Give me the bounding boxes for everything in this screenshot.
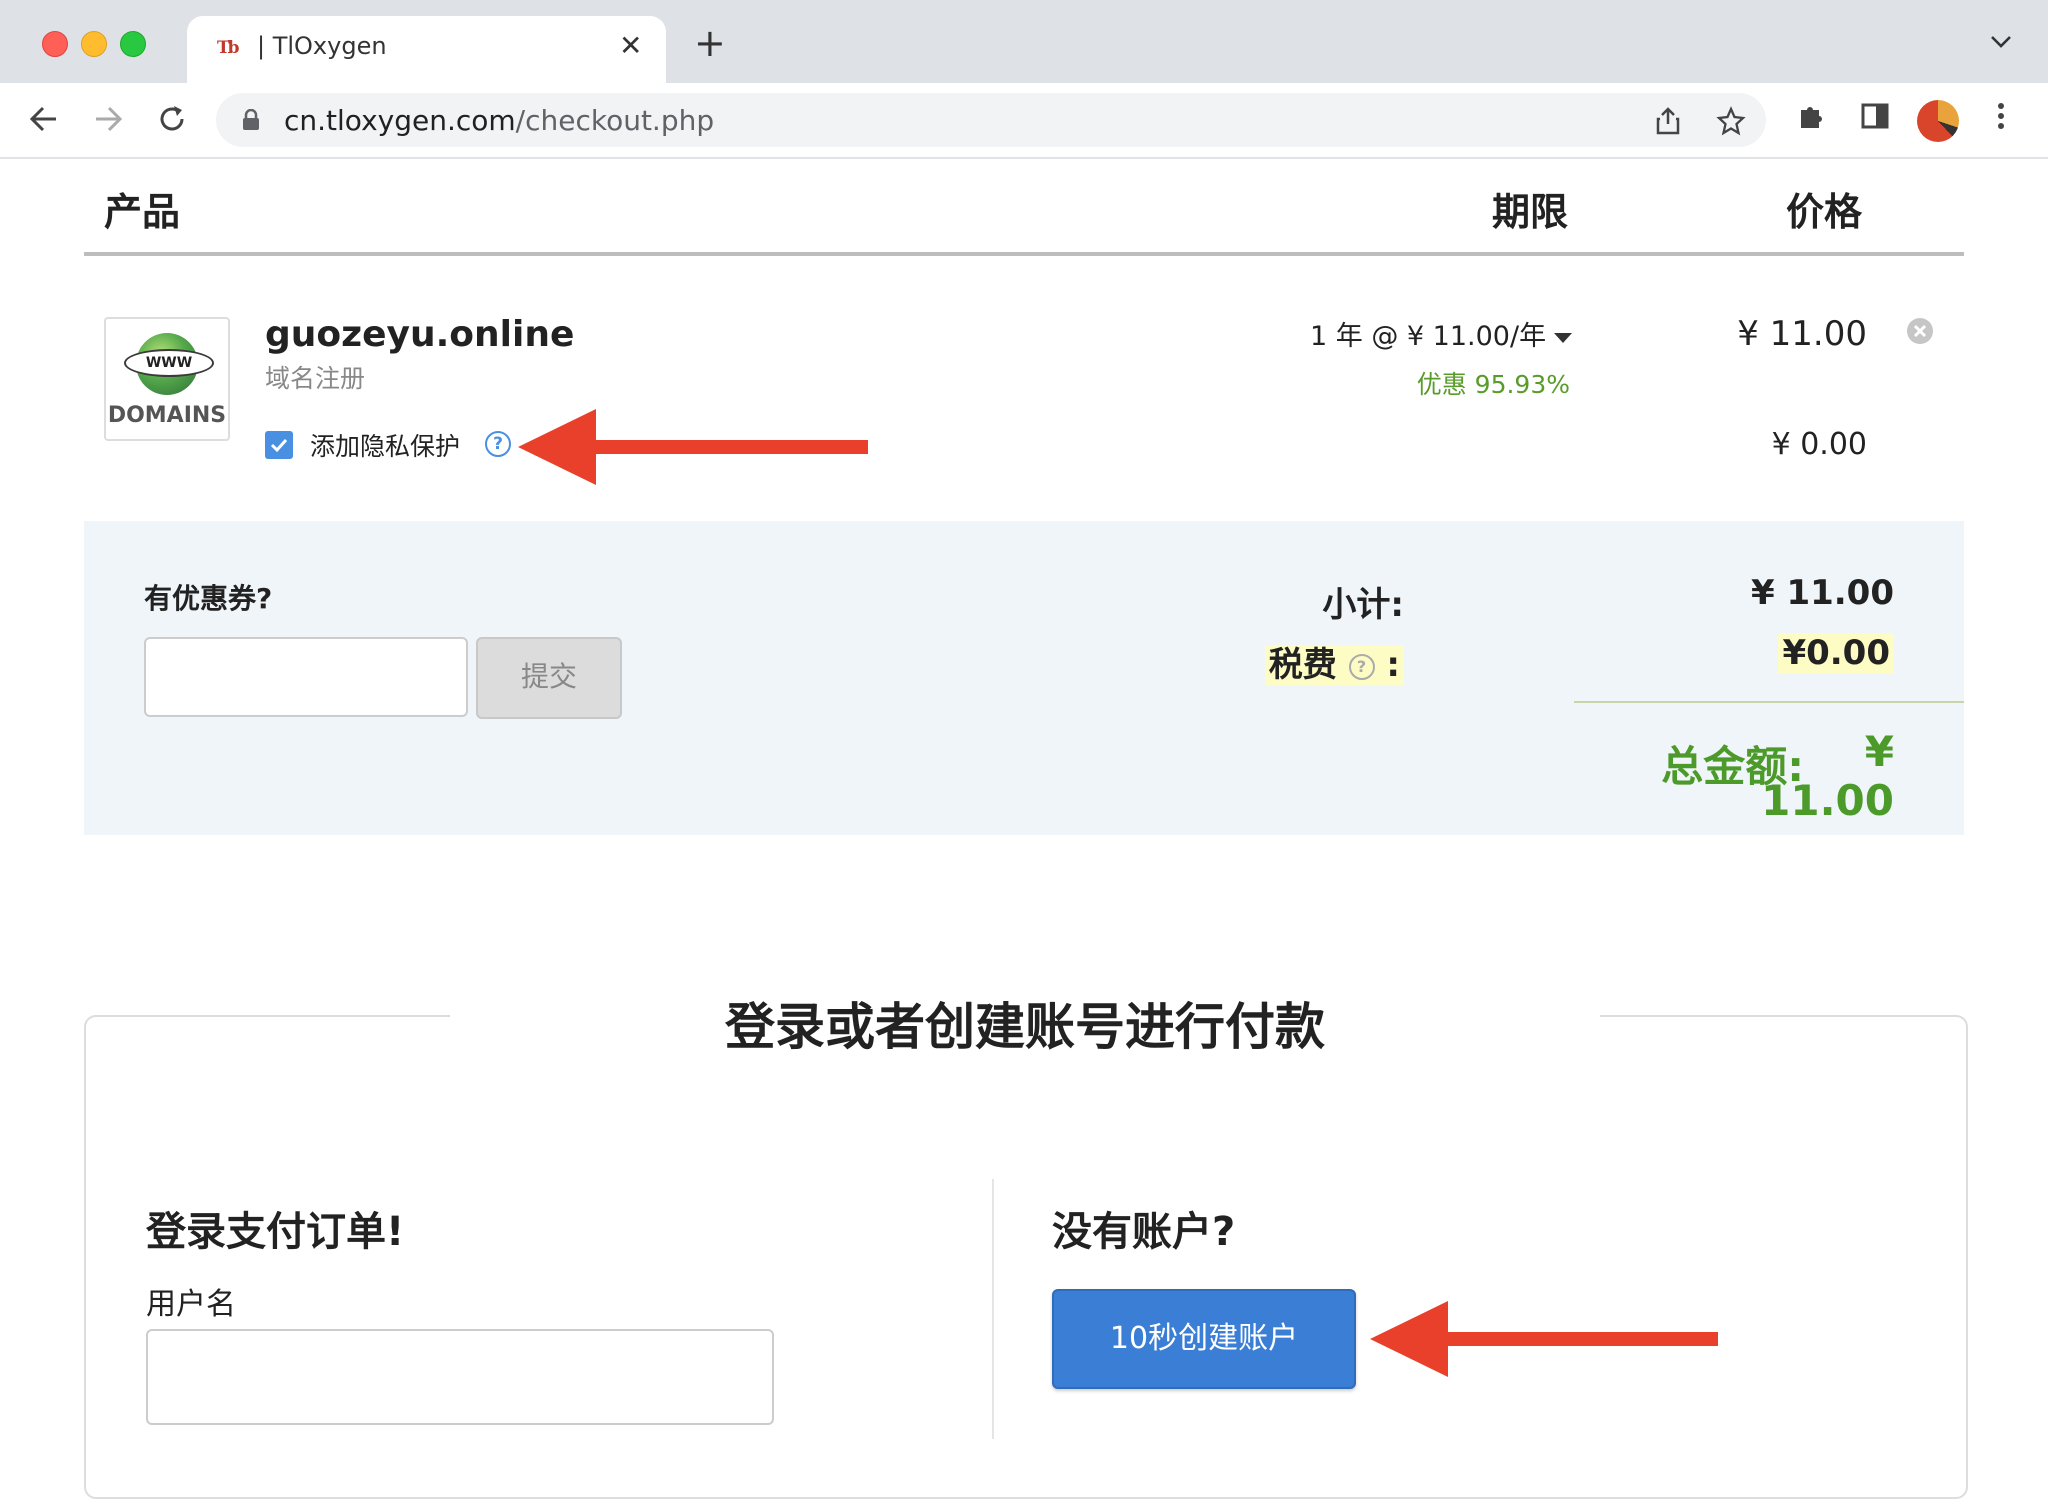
total-value: ¥ 11.00 — [1761, 727, 1894, 825]
order-summary: 有优惠券? 提交 小计: ¥ 11.00 税费 ? : ¥0.00 总金额: ¥… — [84, 521, 1964, 835]
url-domain: cn.tloxygen.com — [284, 104, 516, 137]
privacy-checkbox[interactable] — [265, 431, 293, 459]
forward-arrow-icon[interactable] — [90, 101, 126, 137]
account-heading: 登录或者创建账号进行付款 — [450, 999, 1600, 1055]
privacy-help-icon[interactable]: ? — [485, 431, 511, 457]
billing-term-dropdown[interactable]: 1 年 @ ¥ 11.00/年 — [1310, 314, 1573, 353]
column-header-price: 价格 — [1786, 190, 1863, 234]
login-title: 登录支付订单! — [146, 1209, 405, 1255]
browser-tab-strip: Tb | TlOxygen ✕ + — [0, 0, 2048, 83]
tax-label: 税费 — [1268, 645, 1337, 685]
extensions-puzzle-icon[interactable] — [1796, 101, 1826, 135]
reload-icon[interactable] — [154, 101, 190, 137]
coupon-submit-button[interactable]: 提交 — [476, 637, 622, 719]
tab-title: | TlOxygen — [257, 32, 387, 60]
tax-value-highlight: ¥0.00 — [1778, 633, 1894, 673]
subtotal-label: 小计: — [1322, 585, 1404, 625]
new-tab-button[interactable]: + — [694, 24, 726, 62]
back-arrow-icon[interactable] — [26, 101, 62, 137]
coupon-input[interactable] — [144, 637, 468, 717]
account-panel — [84, 1015, 1968, 1499]
annotation-arrow-privacy — [518, 409, 868, 485]
column-divider — [992, 1179, 994, 1439]
discount-text: 优惠 95.93% — [1416, 370, 1570, 399]
column-header-product: 产品 — [104, 190, 181, 234]
remove-item-icon[interactable] — [1906, 317, 1934, 349]
address-bar[interactable]: cn.tloxygen.com/checkout.php — [216, 93, 1766, 147]
tax-row-label: 税费 ? : — [1104, 637, 1404, 686]
product-price: ¥ 11.00 — [1737, 314, 1867, 354]
tab-close-icon[interactable]: ✕ — [619, 29, 642, 62]
side-panel-icon[interactable] — [1860, 101, 1890, 135]
tab-search-chevron-icon[interactable] — [1990, 34, 2012, 53]
tax-highlight: 税费 ? : — [1264, 645, 1404, 685]
site-favicon-icon: Tb — [217, 38, 240, 58]
username-label: 用户名 — [146, 1287, 236, 1322]
coupon-question: 有优惠券? — [144, 582, 273, 615]
product-type: 域名注册 — [265, 364, 366, 393]
close-window-button[interactable] — [42, 31, 68, 57]
url-path: /checkout.php — [515, 104, 715, 137]
chevron-down-icon — [1554, 332, 1573, 343]
tax-colon: : — [1386, 645, 1400, 685]
maximize-window-button[interactable] — [120, 31, 146, 57]
privacy-label: 添加隐私保护 — [310, 432, 461, 461]
minimize-window-button[interactable] — [81, 31, 107, 57]
billing-term-text: 1 年 @ ¥ 11.00/年 — [1310, 321, 1547, 352]
privacy-price: ¥ 0.00 — [1771, 427, 1867, 462]
no-account-title: 没有账户? — [1052, 1209, 1236, 1255]
product-name: guozeyu.online — [265, 314, 575, 355]
tax-help-icon[interactable]: ? — [1348, 653, 1375, 680]
lock-icon[interactable] — [242, 108, 260, 135]
profile-avatar[interactable] — [1917, 100, 1959, 142]
subtotal-value: ¥ 11.00 — [1750, 573, 1894, 613]
create-account-button[interactable]: 10秒创建账户 — [1052, 1289, 1356, 1389]
column-header-term: 期限 — [1492, 190, 1569, 234]
username-input[interactable] — [146, 1329, 774, 1425]
url-text: cn.tloxygen.com/checkout.php — [284, 104, 714, 137]
www-badge: WWW — [124, 349, 214, 377]
browser-tab-active[interactable]: Tb | TlOxygen ✕ — [187, 16, 666, 83]
tax-value: ¥0.00 — [1704, 633, 1894, 673]
checkout-page: 产品 期限 价格 WWW DOMAINS guozeyu.online 域名注册… — [0, 159, 2048, 1499]
logo-caption: DOMAINS — [107, 403, 227, 428]
domains-logo-icon: WWW DOMAINS — [104, 317, 230, 441]
browser-toolbar: cn.tloxygen.com/checkout.php — [0, 83, 2048, 159]
share-icon[interactable] — [1654, 106, 1682, 140]
header-divider — [84, 252, 1964, 256]
annotation-arrow-create-account — [1370, 1301, 1718, 1377]
bookmark-star-icon[interactable] — [1716, 106, 1746, 140]
more-menu-icon[interactable] — [1996, 101, 2006, 135]
summary-divider — [1574, 701, 1964, 703]
